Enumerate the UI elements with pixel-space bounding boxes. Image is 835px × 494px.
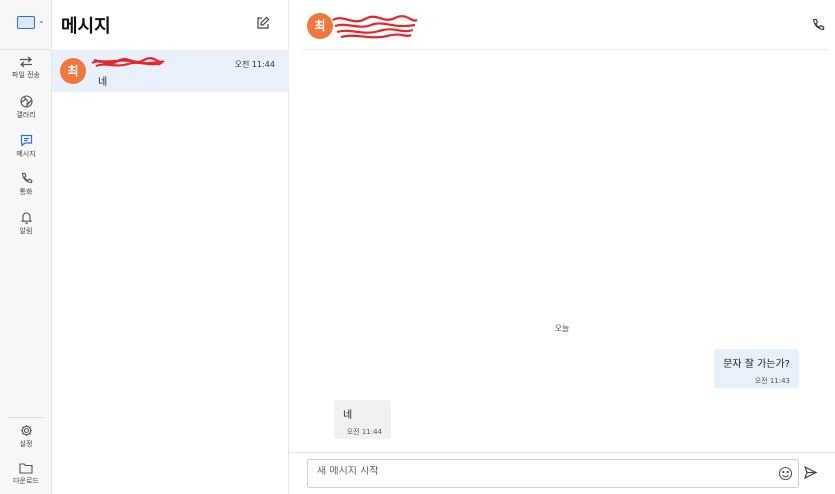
message-composer bbox=[307, 459, 799, 488]
rail-item-messages[interactable]: 메시지 bbox=[0, 134, 52, 172]
message-time: 오전 11:44 bbox=[346, 428, 382, 436]
rail-item-gallery[interactable]: 갤러리 bbox=[0, 95, 52, 133]
conversation-preview: 네 bbox=[98, 77, 108, 88]
rail-item-label: 메시지 bbox=[16, 150, 36, 158]
chat-header: 최 bbox=[303, 0, 827, 50]
redaction-scribble bbox=[91, 57, 165, 68]
bell-icon bbox=[20, 212, 32, 224]
message-bubble-outgoing: 문자 잘 가는가? 오전 11:43 bbox=[714, 349, 799, 388]
folder-icon bbox=[19, 463, 33, 474]
chat-pane: 최 오늘 문자 잘 가는가? 오전 11:43 네 오전 11:44 bbox=[289, 0, 835, 494]
message-text: 네 bbox=[343, 410, 353, 421]
conversation-time: 오전 11:44 bbox=[234, 60, 275, 69]
message-input[interactable] bbox=[317, 466, 757, 477]
call-button[interactable] bbox=[811, 18, 825, 32]
phone-icon bbox=[21, 172, 32, 184]
rail-item-label: 통화 bbox=[19, 188, 33, 196]
avatar: 최 bbox=[307, 13, 333, 39]
emoji-icon[interactable] bbox=[778, 466, 793, 481]
rail-item-label: 파일 전송 bbox=[12, 71, 40, 79]
redaction-scribble bbox=[332, 15, 418, 39]
rail-item-settings[interactable]: 설정 bbox=[0, 424, 52, 462]
device-switcher[interactable]: ⌄ bbox=[0, 0, 52, 50]
page-title: 메시지 bbox=[61, 16, 111, 37]
rail-item-file-transfer[interactable]: 파일 전송 bbox=[0, 56, 52, 94]
send-icon[interactable] bbox=[803, 465, 818, 480]
monitor-icon bbox=[17, 16, 35, 29]
conversation-item[interactable]: 최 네 오전 11:44 bbox=[52, 50, 289, 92]
conversation-list-pane: 메시지 최 네 오전 11:44 bbox=[52, 0, 289, 494]
gallery-aperture-icon bbox=[19, 95, 33, 108]
gear-icon bbox=[20, 425, 32, 436]
rail-item-label: 설정 bbox=[19, 440, 33, 448]
transfer-arrows-icon bbox=[20, 56, 32, 68]
message-bubble-incoming: 네 오전 11:44 bbox=[334, 400, 391, 439]
message-time: 오전 11:43 bbox=[754, 377, 790, 385]
nav-rail: ⌄ 파일 전송 갤러리 메시지 통화 알림 설정 다운로드 bbox=[0, 0, 52, 494]
compose-icon[interactable] bbox=[256, 16, 270, 30]
date-separator: 오늘 bbox=[554, 324, 570, 333]
rail-item-notifications[interactable]: 알림 bbox=[0, 211, 52, 249]
rail-item-label: 다운로드 bbox=[13, 477, 39, 485]
rail-item-label: 알림 bbox=[19, 227, 33, 235]
avatar: 최 bbox=[60, 58, 86, 84]
rail-item-calls[interactable]: 통화 bbox=[0, 172, 52, 210]
composer-divider bbox=[289, 452, 835, 453]
rail-item-downloads[interactable]: 다운로드 bbox=[0, 462, 52, 494]
chevron-down-icon: ⌄ bbox=[38, 16, 45, 25]
message-bubble-icon bbox=[20, 134, 32, 147]
rail-divider bbox=[8, 417, 44, 418]
message-text: 문자 잘 가는가? bbox=[723, 359, 790, 370]
rail-item-label: 갤러리 bbox=[16, 111, 36, 119]
